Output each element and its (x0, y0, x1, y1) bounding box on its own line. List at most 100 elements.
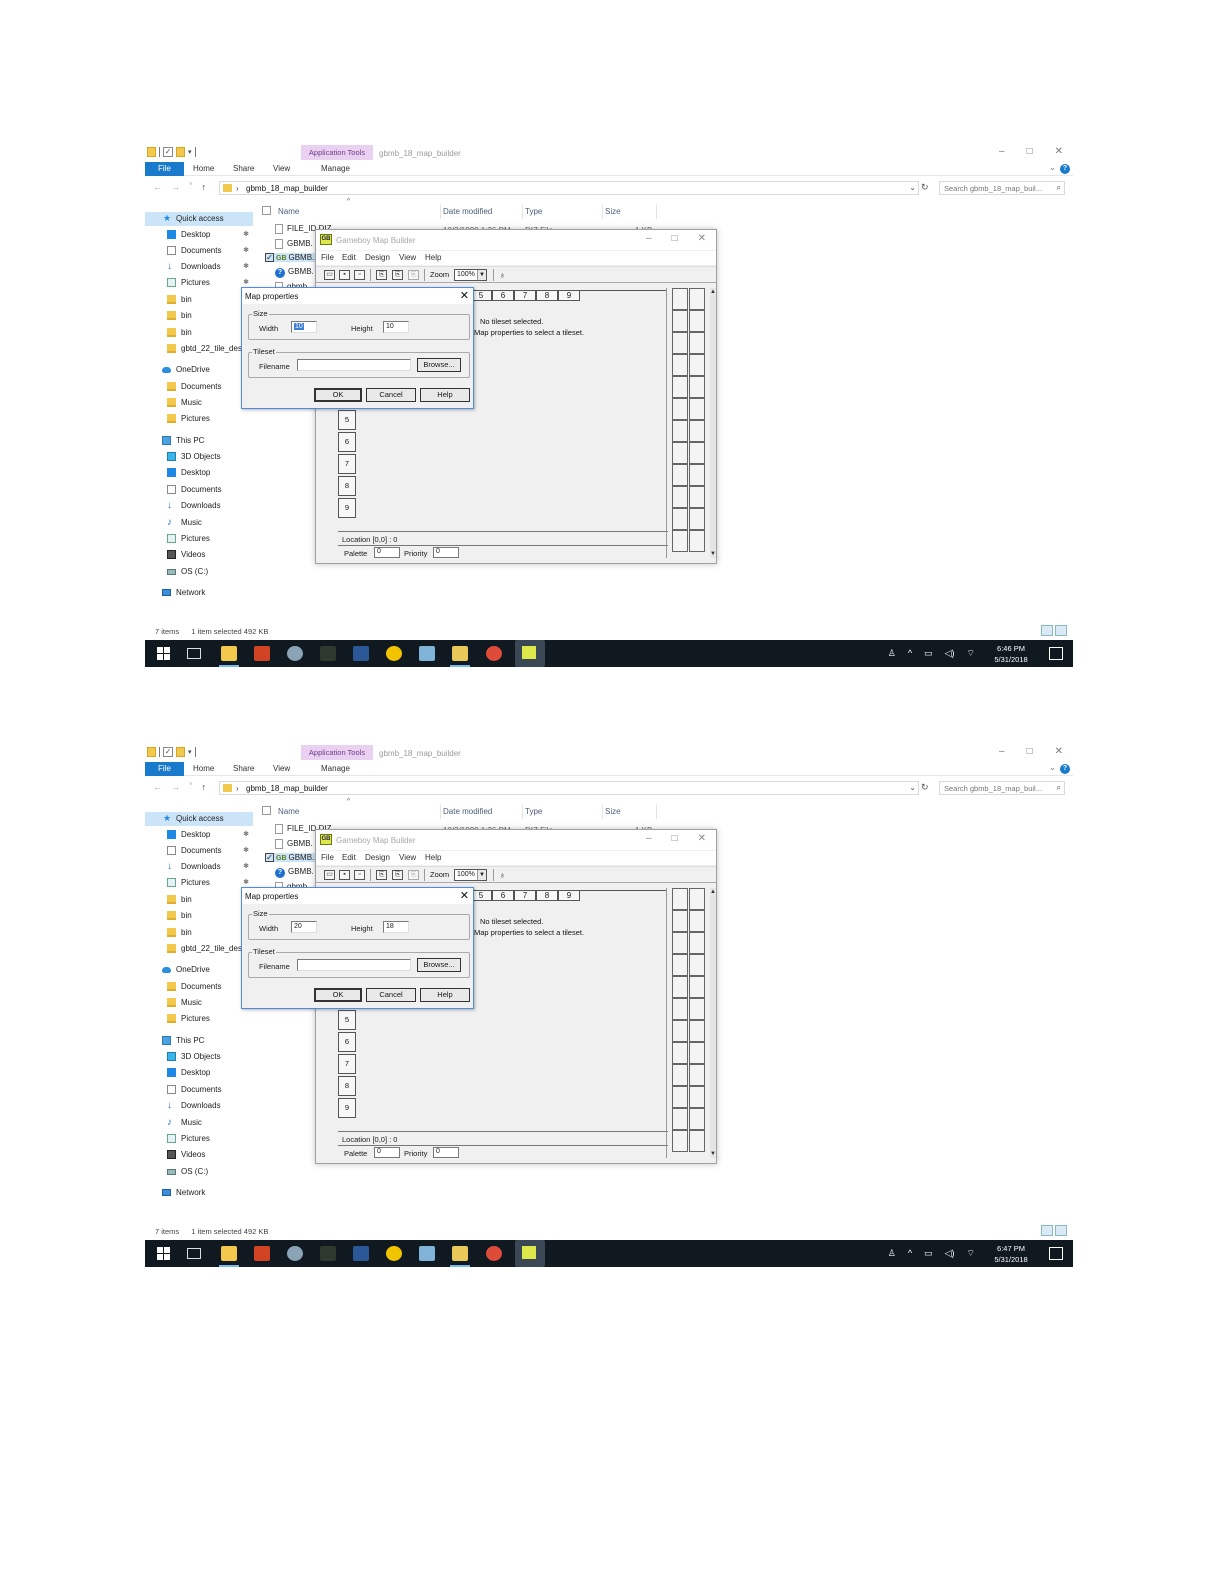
people-icon[interactable]: ♙ (888, 1248, 896, 1259)
tab-manage[interactable]: Manage (321, 164, 350, 173)
menu-help[interactable]: Help (425, 253, 441, 262)
tile-cell[interactable] (689, 1042, 705, 1064)
column-type[interactable]: Type (525, 207, 542, 216)
gbmb-taskbar-button[interactable] (515, 1240, 545, 1267)
minimize-icon[interactable]: – (646, 233, 652, 244)
file-explorer-2-icon[interactable] (452, 1246, 468, 1261)
word-icon[interactable] (353, 1246, 369, 1261)
tile-cell[interactable] (689, 998, 705, 1020)
file-row-selected[interactable]: ✓ GB GBMB. (265, 253, 319, 263)
nav-pc-pictures[interactable]: Pictures (145, 532, 253, 546)
column-name[interactable]: Name (278, 807, 299, 816)
help-button[interactable]: Help (420, 388, 470, 402)
clock[interactable]: 6:46 PM 5/31/2018 (983, 643, 1039, 665)
norton-icon[interactable] (386, 646, 402, 661)
nav-os-drive[interactable]: OS (C:) (145, 1165, 253, 1179)
file-row[interactable]: GBMB. (275, 239, 313, 249)
tile-cell[interactable] (689, 1108, 705, 1130)
application-tools-tab[interactable]: Application Tools (301, 745, 373, 760)
refresh-icon[interactable]: ↻ (921, 182, 929, 193)
tile-scrollbar[interactable]: ▲ ▼ (710, 888, 716, 1158)
nav-pc-pictures[interactable]: Pictures (145, 1132, 253, 1146)
chevron-down-icon[interactable]: ⌄ (1049, 763, 1056, 772)
battery-icon[interactable]: ▭ (924, 1248, 933, 1259)
tile-cell[interactable] (689, 530, 705, 552)
chevron-down-icon[interactable]: ⌄ (909, 183, 916, 192)
cancel-button[interactable]: Cancel (366, 388, 416, 402)
tile-cell[interactable] (672, 910, 688, 932)
properties-icon[interactable]: ✓ (163, 747, 173, 757)
snipping-tool-icon[interactable] (320, 1246, 336, 1261)
nav-quick-access[interactable]: ★ Quick access (145, 812, 253, 826)
new-folder-icon[interactable] (176, 747, 185, 757)
tile-cell[interactable] (672, 442, 688, 464)
save-icon[interactable]: ▪ (339, 870, 350, 880)
tile-cell[interactable] (689, 376, 705, 398)
menu-edit[interactable]: Edit (342, 253, 356, 262)
forward-icon[interactable]: → (171, 782, 180, 792)
browse-button[interactable]: Browse... (417, 358, 461, 372)
tile-cell[interactable] (672, 508, 688, 530)
tile-cell[interactable] (672, 1086, 688, 1108)
tile-cell[interactable] (689, 486, 705, 508)
nav-bin[interactable]: bin (145, 326, 253, 340)
file-row[interactable]: ? GBMB. (275, 867, 314, 878)
tile-cell[interactable] (689, 1130, 705, 1152)
properties-icon[interactable]: ✓ (163, 147, 173, 157)
chevron-up-icon[interactable]: ^ (908, 1248, 912, 1259)
column-size[interactable]: Size (605, 207, 621, 216)
nav-bin[interactable]: bin (145, 893, 253, 907)
large-icons-view-icon[interactable] (1055, 1225, 1067, 1236)
tile-scrollbar[interactable]: ▲ ▼ (710, 288, 716, 558)
row-checkbox[interactable]: ✓ (265, 853, 274, 863)
start-windows-icon[interactable] (156, 646, 172, 661)
menu-file[interactable]: File (321, 853, 334, 862)
nav-downloads[interactable]: ↓ Downloads ✱ (145, 260, 253, 274)
nav-desktop[interactable]: Desktop ✱ (145, 828, 253, 842)
tile-cell[interactable] (689, 1086, 705, 1108)
copy-icon[interactable]: ⎘ (376, 870, 387, 880)
maximize-icon[interactable]: □ (1027, 746, 1033, 757)
nav-bin[interactable]: bin (145, 293, 253, 307)
new-folder-icon[interactable] (176, 147, 185, 157)
nav-this-pc[interactable]: This PC (145, 434, 253, 448)
task-view-icon[interactable] (187, 1248, 201, 1259)
tile-cell[interactable] (672, 530, 688, 552)
battery-icon[interactable]: ▭ (924, 648, 933, 659)
minimize-icon[interactable]: – (646, 833, 652, 844)
zoom-select[interactable]: 100% ▼ (454, 269, 487, 281)
nav-bin[interactable]: bin (145, 309, 253, 323)
nav-this-pc[interactable]: This PC (145, 1034, 253, 1048)
file-row[interactable]: ? GBMB. (275, 267, 314, 278)
minimize-icon[interactable]: – (999, 746, 1005, 757)
up-icon[interactable]: ↑ (202, 182, 207, 192)
tile-cell[interactable] (672, 288, 688, 310)
height-field[interactable]: 10 (383, 321, 409, 333)
nav-pictures[interactable]: Pictures ✱ (145, 276, 253, 290)
nav-pc-videos[interactable]: Videos (145, 548, 253, 562)
clock[interactable]: 6:47 PM 5/31/2018 (983, 1243, 1039, 1265)
menu-help[interactable]: Help (425, 853, 441, 862)
refresh-icon[interactable]: ↻ (921, 782, 929, 793)
width-field[interactable]: 20 (291, 921, 317, 933)
nav-onedrive-pictures[interactable]: Pictures (145, 1012, 253, 1026)
maximize-icon[interactable]: □ (672, 233, 678, 244)
filename-field[interactable] (297, 359, 411, 371)
column-date-modified[interactable]: Date modified (443, 207, 492, 216)
tile-cell[interactable] (689, 332, 705, 354)
tab-home[interactable]: Home (193, 764, 214, 773)
column-name[interactable]: Name (278, 207, 299, 216)
tile-cell[interactable] (689, 288, 705, 310)
gbmb-taskbar-button[interactable] (515, 640, 545, 667)
scroll-down-icon[interactable]: ▼ (710, 1150, 716, 1158)
tab-share[interactable]: Share (233, 164, 254, 173)
ok-button[interactable]: OK (314, 388, 362, 402)
menu-view[interactable]: View (399, 253, 416, 262)
tile-cell[interactable] (672, 486, 688, 508)
address-bar[interactable]: › gbmb_18_map_builder ⌄ (219, 181, 919, 195)
close-icon[interactable]: ✕ (698, 833, 706, 844)
menu-design[interactable]: Design (365, 853, 390, 862)
notepad-icon[interactable] (419, 1246, 435, 1261)
powerpoint-icon[interactable] (254, 646, 270, 661)
tile-cell[interactable] (672, 1020, 688, 1042)
